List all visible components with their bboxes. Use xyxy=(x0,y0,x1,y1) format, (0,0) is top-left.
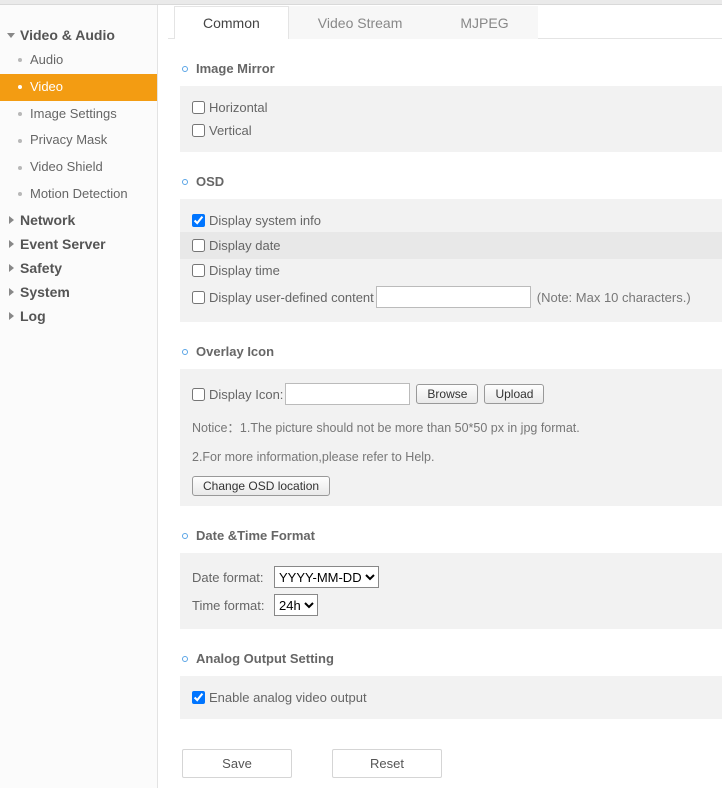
sidebar-item-label: Video xyxy=(30,77,63,98)
section-title: Analog Output Setting xyxy=(196,651,334,666)
sidebar-group-log[interactable]: Log xyxy=(0,304,157,328)
system-info-label: Display system info xyxy=(209,213,321,228)
sidebar-item-privacy-mask[interactable]: Privacy Mask xyxy=(0,127,157,154)
display-icon-label: Display Icon: xyxy=(209,387,283,402)
sidebar-item-label: Audio xyxy=(30,50,63,71)
display-icon-path-input[interactable] xyxy=(285,383,410,405)
chevron-right-icon xyxy=(6,215,16,225)
sidebar-item-label: Image Settings xyxy=(30,104,117,125)
user-defined-label: Display user-defined content xyxy=(209,290,374,305)
section-bullet-icon xyxy=(182,66,188,72)
sidebar-item-motion-detection[interactable]: Motion Detection xyxy=(0,181,157,208)
sidebar-item-audio[interactable]: Audio xyxy=(0,47,157,74)
time-format-label: Time format: xyxy=(192,598,272,613)
system-info-checkbox[interactable] xyxy=(192,214,205,227)
tab-video-stream[interactable]: Video Stream xyxy=(289,6,432,39)
sidebar-group-system[interactable]: System xyxy=(0,280,157,304)
sidebar-group-network[interactable]: Network xyxy=(0,208,157,232)
sidebar-item-video-shield[interactable]: Video Shield xyxy=(0,154,157,181)
section-bullet-icon xyxy=(182,349,188,355)
display-date-label: Display date xyxy=(209,238,281,253)
sidebar-group-label: Event Server xyxy=(20,236,106,252)
sidebar-item-video[interactable]: Video xyxy=(0,74,157,101)
reset-button[interactable]: Reset xyxy=(332,749,442,778)
content: Common Video Stream MJPEG Image Mirror H… xyxy=(158,5,722,788)
section-bullet-icon xyxy=(182,533,188,539)
user-defined-input[interactable] xyxy=(376,286,531,308)
bullet-icon xyxy=(18,166,22,170)
sidebar-group-label: Log xyxy=(20,308,46,324)
sidebar-group-label: Video & Audio xyxy=(20,27,115,43)
chevron-right-icon xyxy=(6,239,16,249)
sidebar-item-label: Motion Detection xyxy=(30,184,128,205)
upload-button[interactable]: Upload xyxy=(484,384,544,404)
section-title: Image Mirror xyxy=(196,61,275,76)
time-format-select[interactable]: 24h xyxy=(274,594,318,616)
sidebar-group-label: Safety xyxy=(20,260,62,276)
section-date-time-format: Date &Time Format Date format: YYYY-MM-D… xyxy=(168,528,722,629)
display-icon-checkbox[interactable] xyxy=(192,388,205,401)
display-date-checkbox[interactable] xyxy=(192,239,205,252)
tab-common[interactable]: Common xyxy=(174,6,289,39)
chevron-right-icon xyxy=(6,263,16,273)
sidebar-item-image-settings[interactable]: Image Settings xyxy=(0,101,157,128)
sidebar-item-label: Video Shield xyxy=(30,157,103,178)
date-format-label: Date format: xyxy=(192,570,272,585)
save-button[interactable]: Save xyxy=(182,749,292,778)
browse-button[interactable]: Browse xyxy=(416,384,478,404)
horizontal-label: Horizontal xyxy=(209,100,268,115)
section-analog-output: Analog Output Setting Enable analog vide… xyxy=(168,651,722,719)
sidebar-group-safety[interactable]: Safety xyxy=(0,256,157,280)
date-format-select[interactable]: YYYY-MM-DD xyxy=(274,566,379,588)
sidebar-group-label: Network xyxy=(20,212,75,228)
sidebar-group-event-server[interactable]: Event Server xyxy=(0,232,157,256)
tabs: Common Video Stream MJPEG xyxy=(168,5,722,39)
sidebar-item-label: Privacy Mask xyxy=(30,130,107,151)
bullet-icon xyxy=(18,85,22,89)
horizontal-checkbox[interactable] xyxy=(192,101,205,114)
user-defined-note: (Note: Max 10 characters.) xyxy=(537,290,691,305)
overlay-notice-1: Notice：1.The picture should not be more … xyxy=(192,417,710,436)
section-title: OSD xyxy=(196,174,224,189)
chevron-right-icon xyxy=(6,311,16,321)
footer-buttons: Save Reset xyxy=(182,749,722,778)
bullet-icon xyxy=(18,139,22,143)
display-time-checkbox[interactable] xyxy=(192,264,205,277)
section-title: Overlay Icon xyxy=(196,344,274,359)
sidebar: Video & Audio Audio Video Image Settings… xyxy=(0,5,158,788)
vertical-checkbox[interactable] xyxy=(192,124,205,137)
chevron-down-icon xyxy=(6,30,16,40)
section-osd: OSD Display system info Display date Dis… xyxy=(168,174,722,322)
bullet-icon xyxy=(18,192,22,196)
enable-analog-checkbox[interactable] xyxy=(192,691,205,704)
sidebar-group-video-audio[interactable]: Video & Audio xyxy=(0,23,157,47)
chevron-right-icon xyxy=(6,287,16,297)
section-bullet-icon xyxy=(182,656,188,662)
tab-mjpeg[interactable]: MJPEG xyxy=(431,6,537,39)
bullet-icon xyxy=(18,112,22,116)
vertical-label: Vertical xyxy=(209,123,252,138)
section-overlay-icon: Overlay Icon Display Icon: Browse Upload… xyxy=(168,344,722,506)
section-image-mirror: Image Mirror Horizontal Vertical xyxy=(168,61,722,152)
display-time-label: Display time xyxy=(209,263,280,278)
section-title: Date &Time Format xyxy=(196,528,315,543)
bullet-icon xyxy=(18,58,22,62)
change-osd-location-button[interactable]: Change OSD location xyxy=(192,476,330,496)
overlay-notice-2: 2.For more information,please refer to H… xyxy=(192,450,710,464)
enable-analog-label: Enable analog video output xyxy=(209,690,367,705)
sidebar-group-label: System xyxy=(20,284,70,300)
user-defined-checkbox[interactable] xyxy=(192,291,205,304)
section-bullet-icon xyxy=(182,179,188,185)
